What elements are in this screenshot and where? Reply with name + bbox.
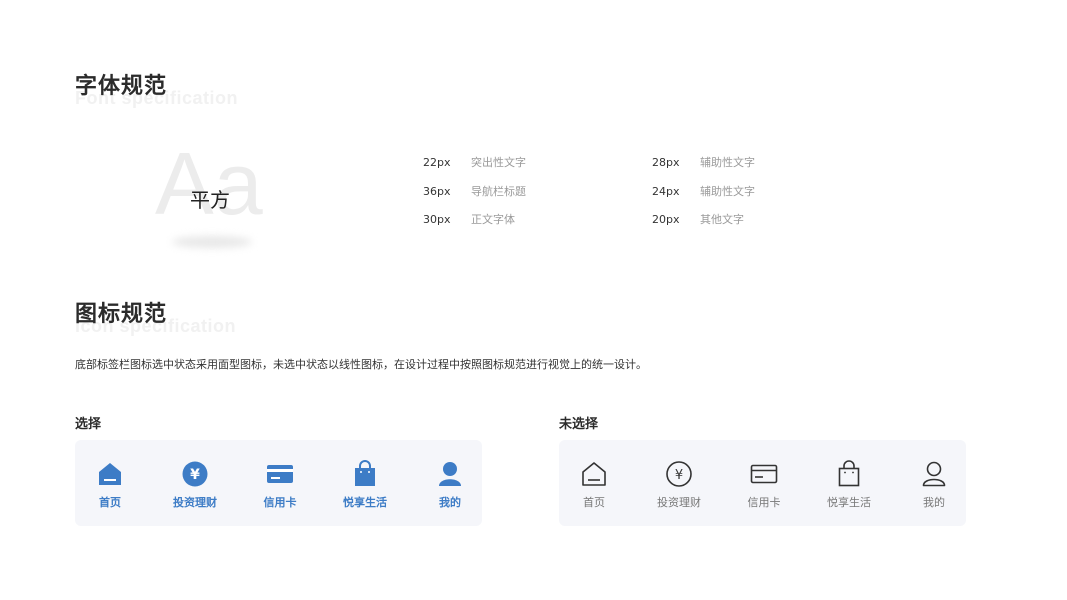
font-spec-size: 20px bbox=[652, 213, 680, 226]
tab-label: 我的 bbox=[923, 496, 945, 509]
tab-label: 信用卡 bbox=[747, 496, 781, 509]
home-outline-icon bbox=[582, 462, 606, 486]
font-demo-name: 平方 bbox=[190, 188, 230, 212]
user-icon bbox=[439, 462, 461, 486]
shopping-bag-outline-icon bbox=[838, 460, 860, 487]
font-spec-label: 导航栏标题 bbox=[471, 185, 526, 198]
tab-label: 首页 bbox=[583, 496, 605, 509]
tab-label: 悦享生活 bbox=[827, 496, 871, 509]
unselected-group-label: 未选择 bbox=[559, 417, 599, 432]
selected-tabbar: 首页 ¥ 投资理财 信用卡 悦享生活 我的 bbox=[75, 440, 482, 526]
tab-label: 我的 bbox=[439, 496, 461, 509]
font-spec-label: 突出性文字 bbox=[471, 156, 526, 169]
tab-mine[interactable]: 我的 bbox=[410, 460, 490, 510]
tab-label: 信用卡 bbox=[263, 496, 297, 509]
font-spec-label: 其他文字 bbox=[700, 213, 744, 226]
tab-credit-card[interactable]: 信用卡 bbox=[240, 460, 320, 510]
font-demo: Aa 平方 bbox=[150, 140, 290, 260]
tab-label: 悦享生活 bbox=[343, 496, 387, 509]
font-spec-row: 28px 辅助性文字 bbox=[652, 154, 755, 170]
tab-credit-card[interactable]: 信用卡 bbox=[724, 460, 804, 510]
credit-card-outline-icon bbox=[750, 464, 778, 484]
tab-lifestyle[interactable]: 悦享生活 bbox=[809, 460, 889, 510]
tab-investment[interactable]: ¥ 投资理财 bbox=[639, 460, 719, 510]
font-spec-row: 20px 其他文字 bbox=[652, 211, 744, 227]
font-spec-row: 36px 导航栏标题 bbox=[423, 183, 526, 199]
tab-label: 投资理财 bbox=[173, 496, 217, 509]
font-demo-shadow bbox=[172, 236, 252, 248]
font-section-title: 字体规范 bbox=[75, 74, 168, 99]
svg-text:¥: ¥ bbox=[190, 467, 200, 483]
credit-card-icon bbox=[267, 465, 293, 483]
icon-section-description: 底部标签栏图标选中状态采用面型图标，未选中状态以线性图标，在设计过程中按照图标规… bbox=[75, 358, 647, 371]
tab-lifestyle[interactable]: 悦享生活 bbox=[325, 460, 405, 510]
tab-home[interactable]: 首页 bbox=[554, 460, 634, 510]
tab-investment[interactable]: ¥ 投资理财 bbox=[155, 460, 235, 510]
tab-label: 投资理财 bbox=[657, 496, 701, 509]
font-spec-label: 辅助性文字 bbox=[700, 156, 755, 169]
font-spec-size: 30px bbox=[423, 213, 451, 226]
shopping-bag-icon bbox=[355, 460, 375, 486]
yuan-outline-icon: ¥ bbox=[666, 461, 692, 487]
tab-home[interactable]: 首页 bbox=[70, 460, 150, 510]
font-spec-size: 36px bbox=[423, 185, 451, 198]
font-spec-row: 22px 突出性文字 bbox=[423, 154, 526, 170]
font-spec-size: 28px bbox=[652, 156, 680, 169]
home-icon bbox=[99, 463, 121, 485]
icon-section-title: 图标规范 bbox=[75, 302, 168, 327]
tab-mine[interactable]: 我的 bbox=[894, 460, 974, 510]
unselected-tabbar: 首页 ¥ 投资理财 信用卡 悦享生活 我的 bbox=[559, 440, 966, 526]
font-spec-label: 辅助性文字 bbox=[700, 185, 755, 198]
tab-label: 首页 bbox=[99, 496, 121, 509]
font-spec-row: 30px 正文字体 bbox=[423, 211, 515, 227]
yuan-icon: ¥ bbox=[182, 461, 208, 487]
font-spec-label: 正文字体 bbox=[471, 213, 515, 226]
selected-group-label: 选择 bbox=[75, 417, 102, 432]
svg-text:¥: ¥ bbox=[675, 468, 683, 483]
font-spec-size: 24px bbox=[652, 185, 680, 198]
user-outline-icon bbox=[922, 461, 946, 487]
font-spec-size: 22px bbox=[423, 156, 451, 169]
font-spec-row: 24px 辅助性文字 bbox=[652, 183, 755, 199]
